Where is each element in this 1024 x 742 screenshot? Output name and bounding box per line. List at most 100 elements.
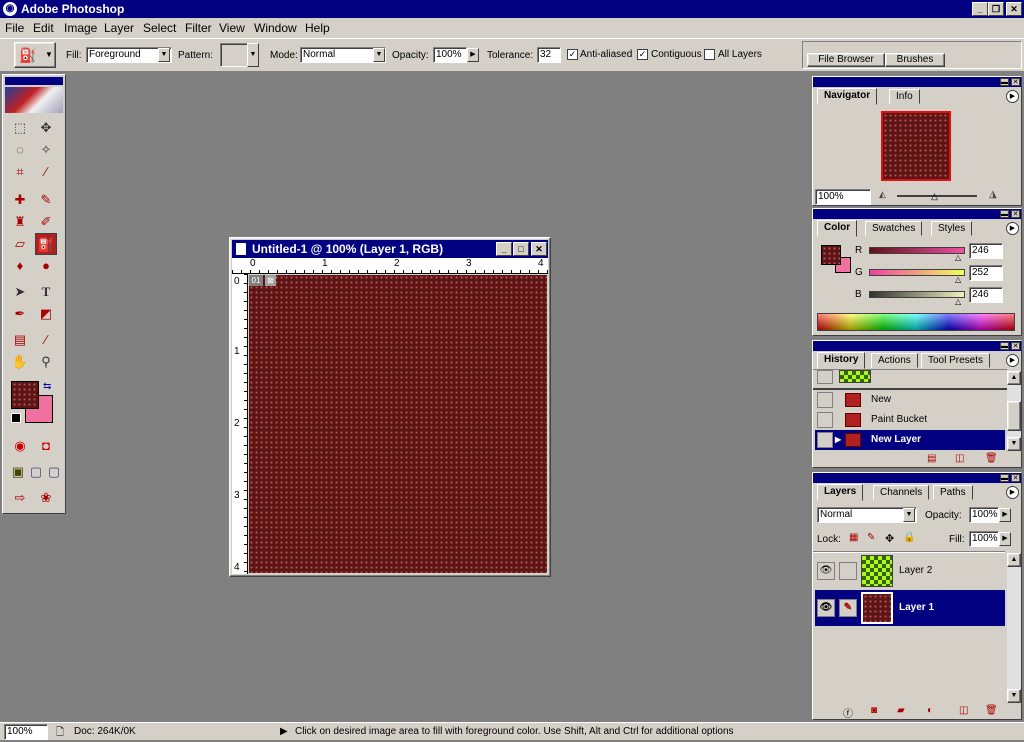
history-brush-tool-icon[interactable]: ✐ (35, 211, 57, 233)
panel-close-button[interactable]: ✕ (1011, 474, 1020, 482)
chevron-right-icon[interactable]: ▶ (999, 532, 1011, 546)
menu-select[interactable]: Select (143, 21, 176, 35)
tab-actions[interactable]: Actions (871, 353, 918, 368)
menu-window[interactable]: Window (254, 21, 297, 35)
panel-minimize-button[interactable]: ▬ (1000, 210, 1009, 218)
panel-close-button[interactable]: ✕ (1011, 210, 1020, 218)
history-source-box[interactable] (817, 370, 833, 384)
layer-row[interactable]: 👁 Layer 2 (815, 553, 1005, 589)
menu-help[interactable]: Help (305, 21, 330, 35)
history-snapshot[interactable] (815, 370, 1005, 386)
move-tool-icon[interactable]: ✥ (35, 117, 57, 139)
b-slider-handle[interactable]: △ (955, 297, 961, 306)
crop-tool-icon[interactable]: ⌗ (9, 161, 31, 183)
tab-color[interactable]: Color (817, 220, 858, 237)
navigator-zoom-input[interactable]: 100% (815, 189, 871, 205)
scroll-up-button[interactable]: ▲ (1007, 553, 1021, 567)
trash-icon[interactable]: 🗑 (985, 705, 998, 716)
b-input[interactable]: 246 (969, 287, 1003, 303)
hand-tool-icon[interactable]: ✋ (9, 351, 31, 373)
menu-file[interactable]: File (5, 21, 24, 35)
g-slider[interactable] (869, 269, 965, 276)
minimize-button[interactable]: _ (972, 2, 988, 16)
panel-menu-button[interactable]: ▶ (1006, 486, 1019, 499)
status-menu-arrow-icon[interactable]: ▶ (280, 726, 288, 737)
brush-icon[interactable]: ✎ (839, 599, 857, 617)
menu-edit[interactable]: Edit (33, 21, 54, 35)
antialiased-checkbox[interactable]: ✓ (567, 49, 578, 60)
panel-minimize-button[interactable]: ▬ (1000, 474, 1009, 482)
panel-menu-button[interactable]: ▶ (1006, 222, 1019, 235)
pattern-swatch[interactable] (220, 43, 248, 67)
scroll-up-button[interactable]: ▲ (1007, 371, 1021, 385)
chevron-down-icon[interactable]: ▼ (247, 43, 259, 67)
history-source-box[interactable] (817, 412, 833, 428)
navigator-thumbnail[interactable] (881, 111, 951, 181)
layer-opacity-input[interactable]: 100% (969, 507, 999, 523)
zoom-tool-icon[interactable]: ⚲ (35, 351, 57, 373)
chevron-right-icon[interactable]: ▶ (467, 48, 479, 62)
default-colors-icon[interactable] (11, 413, 21, 423)
g-input[interactable]: 252 (969, 265, 1003, 281)
history-item[interactable]: New (815, 390, 1005, 410)
restore-button[interactable]: ❐ (988, 2, 1004, 16)
lock-position-icon[interactable]: ✥ (885, 532, 894, 545)
panel-minimize-button[interactable]: ▬ (1000, 342, 1009, 350)
doc-close-button[interactable]: ✕ (531, 242, 547, 256)
foreground-color-swatch[interactable] (11, 381, 39, 409)
doc-minimize-button[interactable]: _ (496, 242, 512, 256)
history-source-box[interactable] (817, 392, 833, 408)
layer-fill-input[interactable]: 100% (969, 531, 999, 547)
status-zoom-input[interactable]: 100% (4, 724, 48, 740)
link-toggle[interactable] (839, 562, 857, 580)
new-snapshot-icon[interactable]: ◫ (955, 453, 964, 464)
menu-filter[interactable]: Filter (185, 21, 212, 35)
chevron-right-icon[interactable]: ▶ (999, 508, 1011, 522)
menu-layer[interactable]: Layer (104, 21, 134, 35)
canvas[interactable]: 01 ⊠ (249, 275, 547, 573)
blur-tool-icon[interactable]: ♦ (9, 255, 31, 277)
imageready-icon[interactable]: ❀ (35, 487, 57, 509)
shape-tool-icon[interactable]: ◩ (35, 303, 57, 325)
eye-icon[interactable]: 👁 (817, 562, 835, 580)
panel-close-button[interactable]: ✕ (1011, 342, 1020, 350)
brush-tool-icon[interactable]: ✎ (35, 189, 57, 211)
jump-to-imageready-icon[interactable]: ⇨ (9, 487, 31, 509)
tab-paths[interactable]: Paths (933, 485, 973, 500)
tab-navigator[interactable]: Navigator (817, 88, 878, 105)
chevron-down-icon[interactable]: ▼ (158, 48, 170, 62)
tab-history[interactable]: History (817, 352, 866, 369)
clone-stamp-tool-icon[interactable]: ♜ (9, 211, 31, 233)
new-set-icon[interactable]: ▰ (897, 705, 905, 716)
layer-row-selected[interactable]: 👁 ✎ Layer 1 (815, 590, 1005, 626)
zoom-in-icon[interactable]: ◮ (989, 189, 997, 200)
b-slider[interactable] (869, 291, 965, 298)
chevron-down-icon[interactable]: ▼ (903, 508, 915, 522)
history-source-box[interactable] (817, 432, 833, 448)
g-slider-handle[interactable]: △ (955, 275, 961, 284)
panel-menu-button[interactable]: ▶ (1006, 90, 1019, 103)
zoom-out-icon[interactable]: ◭ (879, 189, 886, 200)
tolerance-input[interactable]: 32 (537, 47, 561, 63)
zoom-slider-handle[interactable]: △ (931, 191, 938, 202)
slice-tool-icon[interactable]: ⁄ (35, 161, 57, 183)
notes-tool-icon[interactable]: ▤ (9, 329, 31, 351)
eye-icon[interactable]: 👁 (817, 599, 835, 617)
all-layers-checkbox[interactable] (704, 49, 715, 60)
contiguous-checkbox[interactable]: ✓ (637, 49, 648, 60)
tab-layers[interactable]: Layers (817, 484, 864, 501)
chevron-down-icon[interactable]: ▼ (373, 48, 385, 62)
scroll-thumb[interactable] (1007, 401, 1021, 431)
color-ramp[interactable] (817, 313, 1015, 331)
layers-scrollbar[interactable]: ▲ ▼ (1007, 553, 1021, 703)
layer-mask-icon[interactable]: ◙ (871, 705, 877, 716)
panel-menu-button[interactable]: ▶ (1006, 354, 1019, 367)
standard-mode-icon[interactable]: ◉ (9, 435, 31, 457)
marquee-tool-icon[interactable]: ⬚ (9, 117, 31, 139)
r-input[interactable]: 246 (969, 243, 1003, 259)
eraser-tool-icon[interactable]: ▱ (9, 233, 31, 255)
r-slider-handle[interactable]: △ (955, 253, 961, 262)
history-scrollbar[interactable]: ▲ ▼ (1007, 371, 1021, 451)
new-layer-icon[interactable]: ◫ (959, 705, 968, 716)
lock-image-icon[interactable]: ✎ (867, 532, 875, 543)
